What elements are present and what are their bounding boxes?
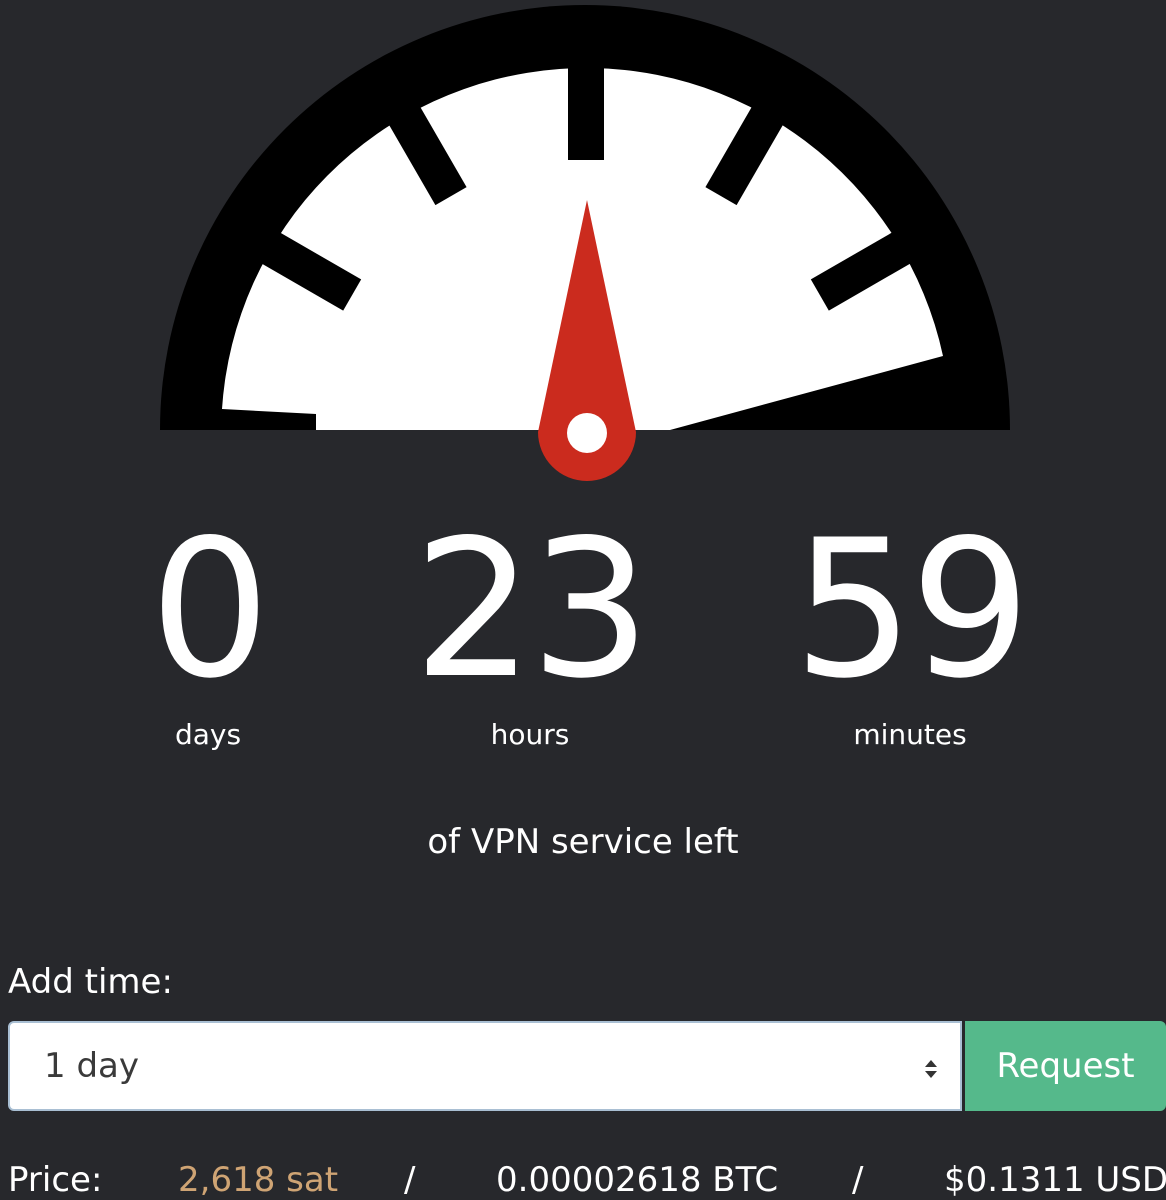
- price-row: Price: 2,618 sat / 0.00002618 BTC / $0.1…: [0, 1160, 1166, 1200]
- price-label: Price:: [8, 1160, 103, 1200]
- days-count: 0: [149, 499, 271, 720]
- price-sat: 2,618 sat: [178, 1160, 339, 1200]
- hours-label: hours: [490, 718, 570, 751]
- minutes-count: 59: [793, 499, 1031, 720]
- price-usd: $0.1311 USD: [944, 1160, 1166, 1200]
- request-button[interactable]: Request: [965, 1021, 1166, 1111]
- price-separator: /: [404, 1160, 416, 1200]
- duration-select[interactable]: 1 day: [8, 1021, 962, 1111]
- add-time-label: Add time:: [8, 962, 173, 1002]
- gauge-hub-dot: [567, 413, 607, 453]
- hours-count: 23: [413, 499, 651, 720]
- time-gauge: [160, 5, 1010, 481]
- minutes-label: minutes: [853, 718, 967, 751]
- service-left-caption: of VPN service left: [427, 822, 739, 862]
- days-label: days: [174, 718, 242, 751]
- select-arrows-icon: [925, 1060, 937, 1078]
- price-separator: /: [852, 1160, 864, 1200]
- price-btc: 0.00002618 BTC: [496, 1160, 779, 1200]
- duration-select-value: 1 day: [44, 1046, 139, 1086]
